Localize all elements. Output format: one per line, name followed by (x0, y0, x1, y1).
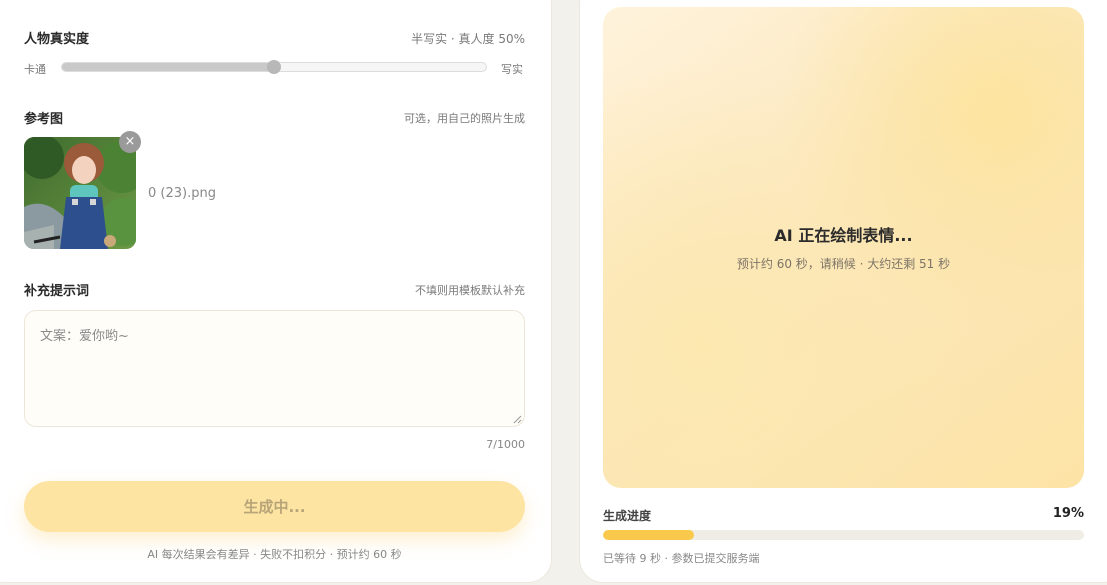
progress-footnote: 已等待 9 秒 · 参数已提交服务端 (603, 552, 760, 565)
reference-thumbnail[interactable] (24, 137, 136, 249)
reference-photo (24, 137, 136, 249)
close-icon: × (124, 134, 136, 149)
generate-footnote: AI 每次结果会有差异 · 失败不扣积分 · 预计约 60 秒 (147, 548, 402, 561)
progress-bar-fill (603, 530, 695, 540)
remove-image-button[interactable]: × (119, 131, 141, 153)
resize-grip-icon[interactable] (513, 415, 522, 424)
realism-summary: 半写实 · 真人度 50% (411, 32, 525, 46)
reference-hint: 可选，用自己的照片生成 (404, 112, 525, 125)
generate-button[interactable]: 生成中... (24, 481, 525, 532)
status-title: AI 正在绘制表情... (774, 226, 913, 245)
reference-title: 参考图 (24, 112, 64, 127)
generate-button-label: 生成中... (243, 498, 306, 516)
realism-title: 人物真实度 (24, 32, 90, 47)
prompt-title: 补充提示词 (24, 284, 90, 299)
progress-label: 生成进度 (603, 509, 652, 523)
slider-left-label: 卡通 (24, 63, 46, 76)
progress-bar (603, 530, 1084, 540)
preview-canvas: AI 正在绘制表情... 预计约 60 秒，请稍候 · 大约还剩 51 秒 (603, 7, 1084, 488)
status-subtitle: 预计约 60 秒，请稍候 · 大约还剩 51 秒 (736, 257, 951, 271)
prompt-hint: 不填则用模板默认补充 (415, 284, 525, 297)
slider-right-label: 写实 (501, 63, 523, 76)
reference-filename: 0 (23).png (148, 186, 216, 201)
realism-slider[interactable] (61, 60, 487, 74)
realism-slider-fill (62, 63, 274, 71)
realism-slider-thumb[interactable] (267, 60, 281, 74)
progress-percent: 19% (1052, 506, 1084, 521)
prompt-textarea[interactable]: 文案：爱你哟~ (24, 310, 525, 427)
prompt-counter: 7/1000 (486, 438, 525, 451)
